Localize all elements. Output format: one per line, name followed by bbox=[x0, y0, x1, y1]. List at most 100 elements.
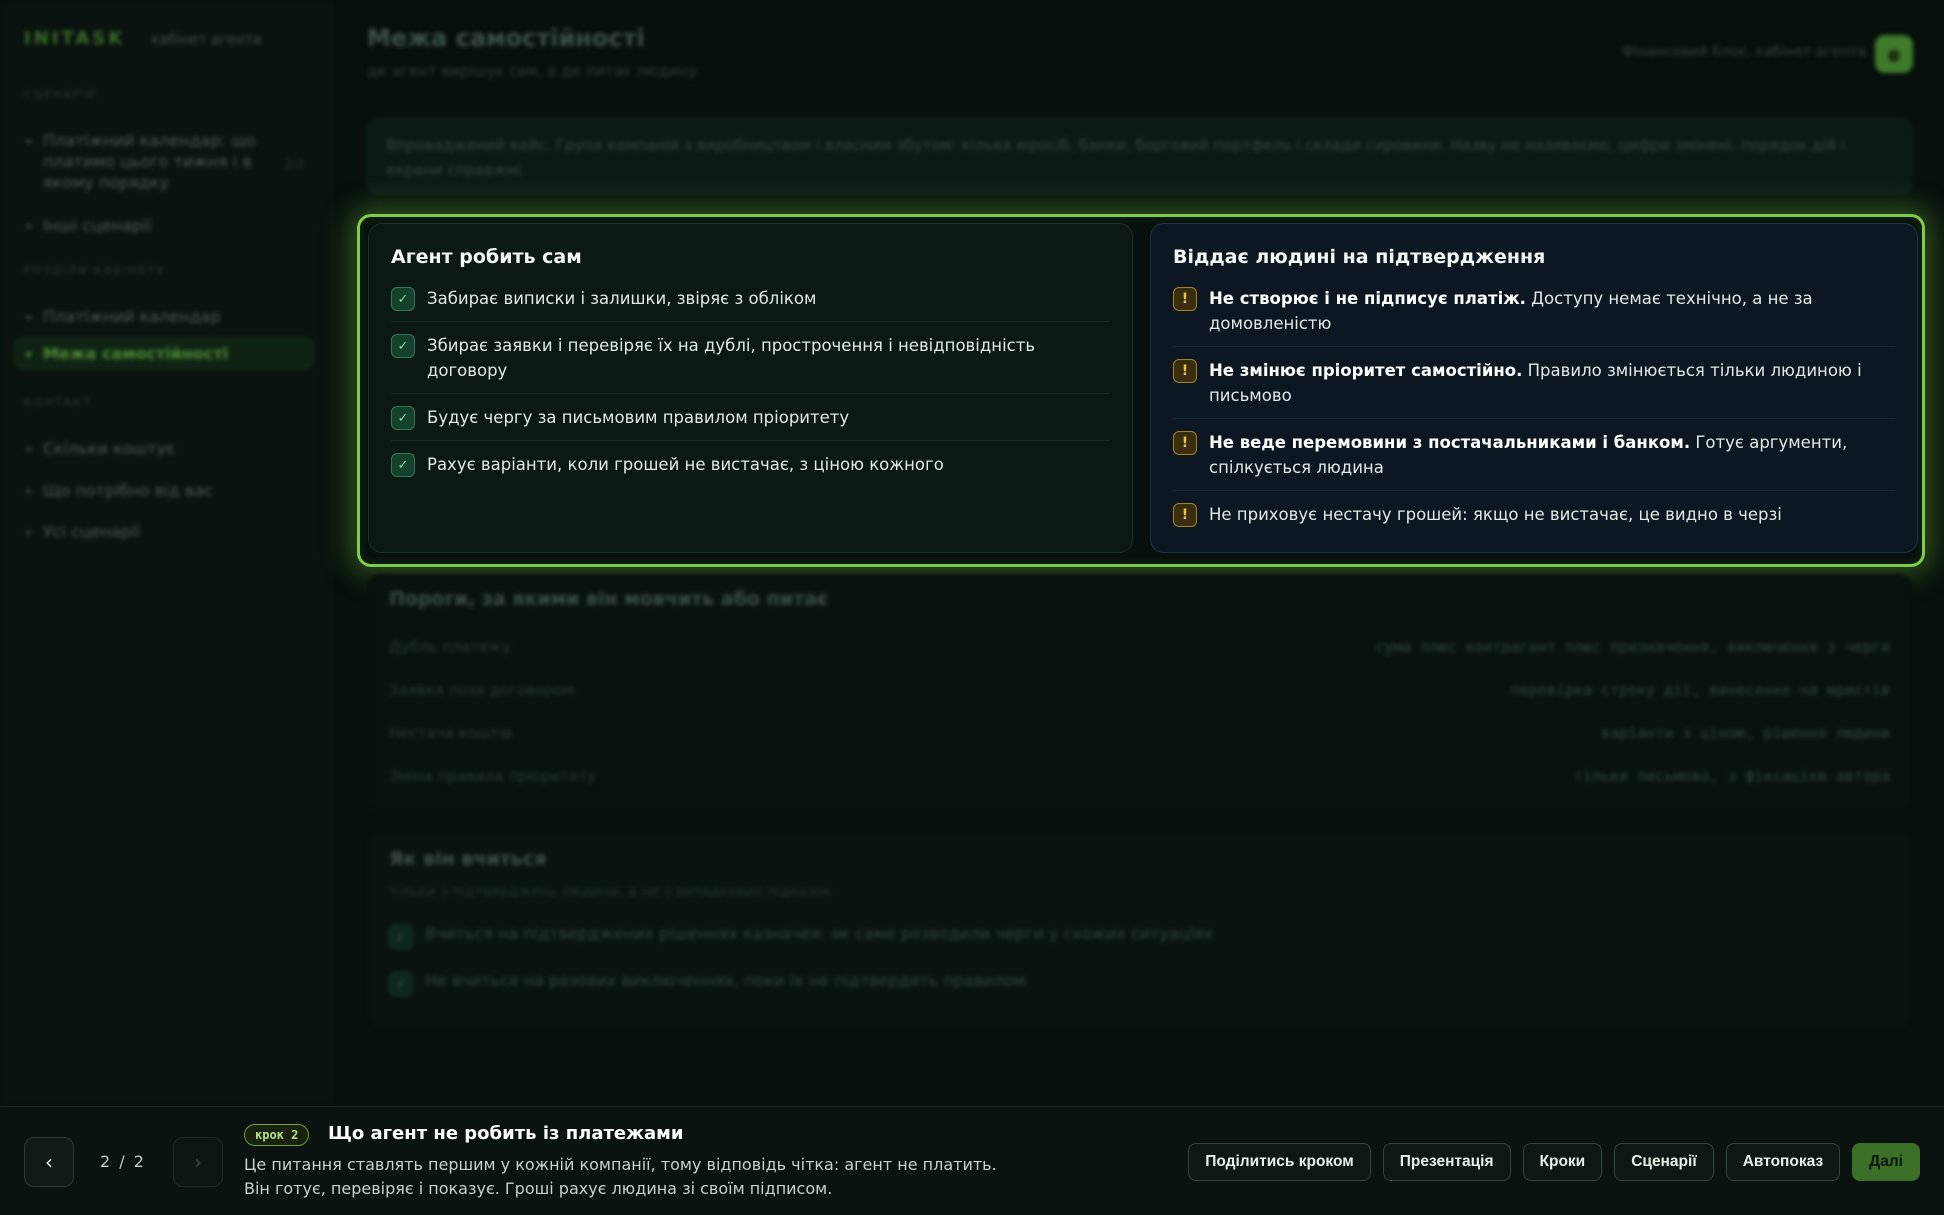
list-item: ✓ Не вчиться на разових виключеннях, пок… bbox=[389, 971, 1890, 996]
thresholds-title: Пороги, за якими він мовчить або питає bbox=[389, 588, 829, 610]
scenarios-button[interactable]: Сценарії bbox=[1614, 1143, 1714, 1181]
list-item-bold: Не створює і не підписує платіж. bbox=[1209, 289, 1526, 308]
tour-actions: Поділитись кроком Презентація Кроки Сцен… bbox=[1188, 1143, 1920, 1181]
sidebar-item-meta: 2/2 bbox=[284, 157, 304, 171]
list-item-bold: Не змінює пріоритет самостійно. bbox=[1209, 361, 1523, 380]
warning-icon: ! bbox=[1173, 431, 1197, 455]
page-subtitle: де агент вирішує сам, а де питає людину bbox=[367, 62, 697, 80]
list-item: ✓ Рахує варіанти, коли грошей не вистача… bbox=[391, 452, 1110, 487]
thresholds-section: Пороги, за якими він мовчить або питає Д… bbox=[367, 574, 1912, 812]
sidebar-section-contact: контакт bbox=[24, 396, 92, 409]
focus-panel: Агент робить сам ✓ Забирає виписки і зал… bbox=[357, 214, 1925, 567]
bullet-icon bbox=[26, 530, 31, 535]
step-badge: крок 2 bbox=[244, 1124, 310, 1146]
sidebar-item-label: Інші сценарії bbox=[43, 216, 152, 235]
step-description-line: Це питання ставлять першим у кожній комп… bbox=[244, 1155, 997, 1174]
next-button[interactable]: Далі bbox=[1852, 1143, 1920, 1181]
list-item-text: Збирає заявки і перевіряє їх на дублі, п… bbox=[427, 336, 1036, 380]
presentation-button[interactable]: Презентація bbox=[1382, 1143, 1511, 1181]
threshold-value: варіанти з ціною, рішення людини bbox=[1601, 724, 1890, 742]
check-icon: ✓ bbox=[391, 334, 415, 358]
table-row: Дубль платежу сума плюс контрагент плюс … bbox=[389, 626, 1890, 669]
check-icon: ✓ bbox=[389, 972, 413, 996]
sidebar-item-other-scenarios[interactable]: Інші сценарії bbox=[14, 209, 314, 242]
check-icon: ✓ bbox=[389, 925, 413, 949]
warning-icon: ! bbox=[1173, 287, 1197, 311]
bullet-icon bbox=[26, 224, 31, 229]
threshold-key: Заявка поза договором bbox=[389, 681, 575, 699]
threshold-value: перевірка строку дії, винесення на юрист… bbox=[1510, 681, 1890, 699]
list-item: ! Не веде перемовини з постачальниками і… bbox=[1173, 430, 1895, 491]
brand-subtitle: кабінет агента bbox=[151, 32, 262, 48]
steps-button[interactable]: Кроки bbox=[1522, 1143, 1603, 1181]
threshold-value: тільки письмово, з фіксацією автора bbox=[1573, 767, 1890, 785]
sidebar-item-scenario[interactable]: Платіжний календар: що платимо цього тиж… bbox=[14, 124, 314, 199]
step-pager: 2 / 2 bbox=[100, 1152, 146, 1171]
list-item-text: Рахує варіанти, коли грошей не вистачає,… bbox=[427, 455, 944, 474]
list-item: ! Не створює і не підписує платіж. Досту… bbox=[1173, 286, 1895, 347]
prev-step-button[interactable]: ‹ bbox=[24, 1137, 74, 1187]
step-description-line: Він готує, перевіряє і показує. Гроші ра… bbox=[244, 1179, 833, 1198]
intro-note: Впроваджений кейс. Група компаній з виро… bbox=[367, 118, 1912, 194]
warning-icon: ! bbox=[1173, 503, 1197, 527]
bullet-icon bbox=[26, 489, 31, 494]
check-icon: ✓ bbox=[391, 406, 415, 430]
sidebar-item-requirements[interactable]: Що потрібно від вас bbox=[14, 474, 314, 507]
brand-logo[interactable]: INITASK bbox=[24, 28, 125, 49]
check-icon: ✓ bbox=[391, 453, 415, 477]
learning-subtitle: тільки з підтверджень людини, а не з вип… bbox=[389, 884, 832, 900]
bullet-icon bbox=[26, 139, 31, 144]
bullet-icon bbox=[26, 352, 31, 357]
list-item-text: Не створює і не підписує платіж. Доступу… bbox=[1209, 286, 1895, 336]
list-item: ! Не змінює пріоритет самостійно. Правил… bbox=[1173, 358, 1895, 419]
human-confirms-title: Віддає людині на підтвердження bbox=[1173, 246, 1546, 268]
page-title: Межа самостійності bbox=[367, 24, 645, 52]
list-item-text: Не вчиться на разових виключеннях, поки … bbox=[425, 971, 1026, 990]
sidebar-item-payment-calendar[interactable]: Платіжний календар bbox=[14, 300, 314, 333]
sidebar-section-scenario: сценарій bbox=[24, 88, 98, 101]
list-item-text: Не приховує нестачу грошей: якщо не вист… bbox=[1209, 505, 1782, 524]
agent-does-title: Агент робить сам bbox=[391, 246, 582, 268]
sidebar-item-autonomy-limit[interactable]: Межа самостійності bbox=[14, 337, 314, 370]
threshold-key: Зміна правила пріоритету bbox=[389, 767, 597, 785]
chevron-left-icon: ‹ bbox=[45, 1150, 53, 1174]
autoplay-button[interactable]: Автопоказ bbox=[1725, 1143, 1841, 1181]
list-item: ✓ Збирає заявки і перевіряє їх на дублі,… bbox=[391, 333, 1110, 394]
list-item: ✓ Забирає виписки і залишки, звіряє з об… bbox=[391, 286, 1110, 322]
warning-icon: ! bbox=[1173, 359, 1197, 383]
sidebar-item-label: Що потрібно від вас bbox=[43, 481, 213, 500]
next-step-arrow-button[interactable]: › bbox=[173, 1137, 223, 1187]
list-item: ✓ Вчиться на підтверджених рішеннях казн… bbox=[389, 924, 1890, 949]
learning-section: Як він вчиться тільки з підтверджень люд… bbox=[367, 832, 1912, 1028]
table-row: Зміна правила пріоритету тільки письмово… bbox=[389, 755, 1890, 798]
tour-bar: ‹ 2 / 2 › крок 2 Що агент не робить із п… bbox=[0, 1106, 1944, 1215]
sidebar-section-cabinet: розділи кабінету bbox=[24, 264, 165, 277]
table-row: Нестача коштів варіанти з ціною, рішення… bbox=[389, 712, 1890, 755]
threshold-value: сума плюс контрагент плюс призначення, в… bbox=[1375, 638, 1890, 656]
list-item-text: Вчиться на підтверджених рішеннях казнач… bbox=[425, 924, 1214, 943]
check-icon: ✓ bbox=[391, 287, 415, 311]
chat-icon[interactable]: ● bbox=[1875, 35, 1913, 73]
list-item-text: Не веде перемовини з постачальниками і б… bbox=[1209, 430, 1895, 480]
sidebar-item-label: Межа самостійності bbox=[43, 344, 229, 363]
threshold-key: Нестача коштів bbox=[389, 724, 513, 742]
sidebar-item-label: Платіжний календар bbox=[43, 307, 221, 326]
human-confirms-card: Віддає людині на підтвердження ! Не ство… bbox=[1150, 223, 1918, 553]
sidebar: INITASK кабінет агента сценарій Платіжни… bbox=[0, 0, 333, 1106]
sidebar-item-label: Платіжний календар: що платимо цього тиж… bbox=[43, 131, 256, 192]
bullet-icon bbox=[26, 447, 31, 452]
bullet-icon bbox=[26, 315, 31, 320]
sidebar-item-all-scenarios[interactable]: Усі сценарії bbox=[14, 515, 314, 548]
step-description: Це питання ставлять першим у кожній комп… bbox=[244, 1153, 1064, 1201]
sidebar-item-label: Скільки коштує bbox=[43, 439, 175, 458]
sidebar-item-pricing[interactable]: Скільки коштує bbox=[14, 432, 314, 465]
list-item-text: Будує чергу за письмовим правилом пріори… bbox=[427, 408, 850, 427]
table-row: Заявка поза договором перевірка строку д… bbox=[389, 669, 1890, 712]
share-step-button[interactable]: Поділитись кроком bbox=[1188, 1143, 1371, 1181]
list-item-bold: Не веде перемовини з постачальниками і б… bbox=[1209, 433, 1691, 452]
learning-title: Як він вчиться bbox=[389, 848, 547, 870]
sidebar-item-label: Усі сценарії bbox=[43, 522, 140, 541]
list-item-text: Забирає виписки і залишки, звіряє з облі… bbox=[427, 289, 817, 308]
header-context: Фінансовий блок, кабінет агента bbox=[1622, 44, 1866, 60]
chevron-right-icon: › bbox=[194, 1150, 202, 1174]
